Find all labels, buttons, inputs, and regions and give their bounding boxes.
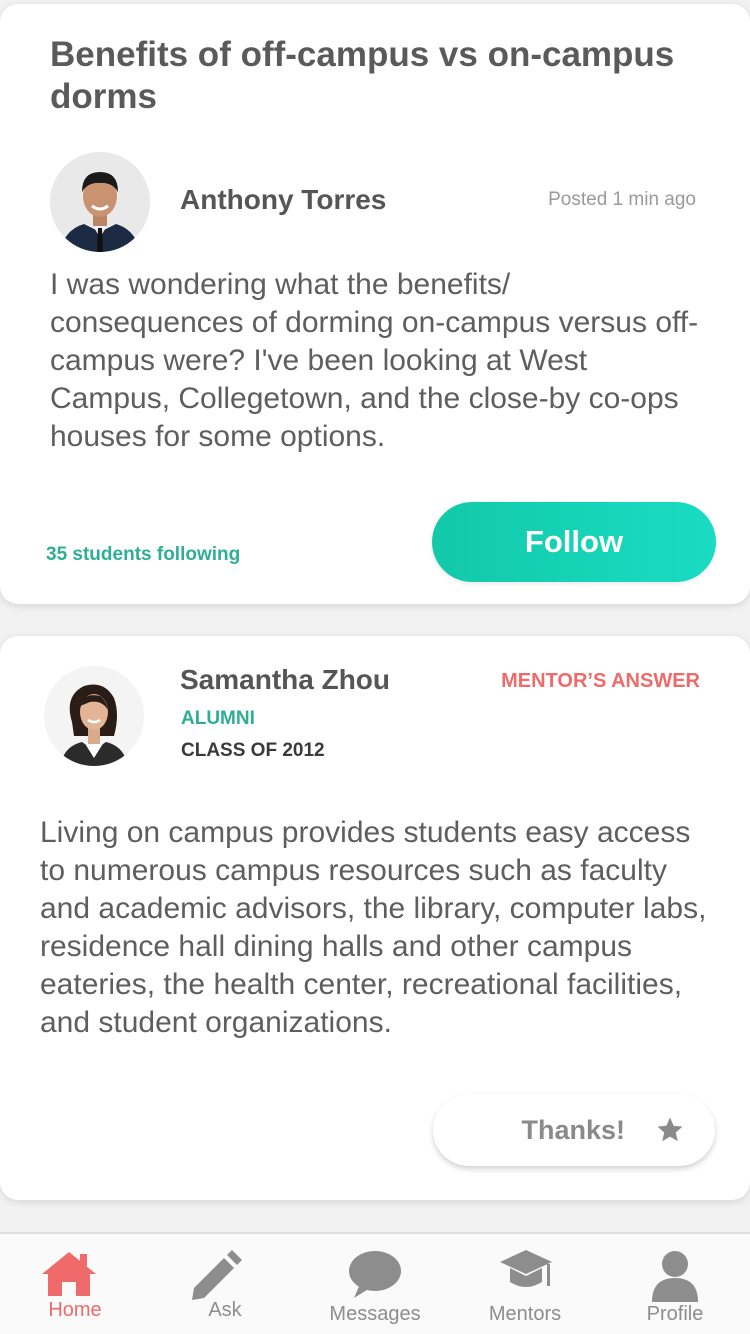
- author-avatar[interactable]: [50, 152, 150, 252]
- tab-label: Profile: [646, 1303, 704, 1325]
- star-icon: [657, 1117, 683, 1142]
- tab-home[interactable]: Home: [0, 1234, 150, 1334]
- follow-button[interactable]: Follow: [432, 502, 716, 582]
- tab-label: Messages: [329, 1303, 421, 1325]
- tab-label: Home: [48, 1299, 102, 1321]
- posted-time: Posted 1 min ago: [548, 189, 696, 210]
- question-body: I was wondering what the benefits/ conse…: [50, 268, 699, 453]
- person-icon: [652, 1251, 698, 1302]
- home-icon: [42, 1252, 96, 1296]
- mentor-answer-badge: MENTOR’S ANSWER: [501, 670, 700, 692]
- tab-label: Ask: [208, 1299, 242, 1321]
- graduation-cap-icon: [500, 1250, 552, 1287]
- tab-mentors[interactable]: Mentors: [450, 1234, 600, 1334]
- person-photo-icon: [50, 152, 150, 252]
- tab-profile[interactable]: Profile: [600, 1234, 750, 1334]
- chat-bubble-icon: [349, 1251, 401, 1298]
- pencil-icon: [192, 1250, 242, 1300]
- thanks-button[interactable]: Thanks!: [433, 1094, 715, 1166]
- thanks-label: Thanks!: [521, 1114, 625, 1145]
- mentor-class-year: CLASS OF 2012: [181, 740, 325, 761]
- mentor-avatar[interactable]: [44, 666, 144, 766]
- mentor-name[interactable]: Samantha Zhou: [180, 664, 390, 696]
- mentor-role: ALUMNI: [181, 708, 255, 729]
- followers-count: 35 students following: [46, 544, 241, 565]
- bottom-tab-bar: Home Ask Messages Mentors Profile: [0, 1232, 750, 1334]
- question-card: Benefits of off-campus vs on-campus dorm…: [0, 4, 750, 604]
- tab-label: Mentors: [488, 1303, 562, 1325]
- tab-messages[interactable]: Messages: [300, 1234, 450, 1334]
- author-name[interactable]: Anthony Torres: [180, 184, 386, 216]
- tab-ask[interactable]: Ask: [150, 1234, 300, 1334]
- answer-card: Samantha Zhou MENTOR’S ANSWER ALUMNI CLA…: [0, 636, 750, 1200]
- question-title: Benefits of off-campus vs on-campus dorm…: [50, 35, 675, 116]
- answer-body: Living on campus provides students easy …: [40, 816, 707, 1039]
- person-photo-icon: [44, 666, 144, 766]
